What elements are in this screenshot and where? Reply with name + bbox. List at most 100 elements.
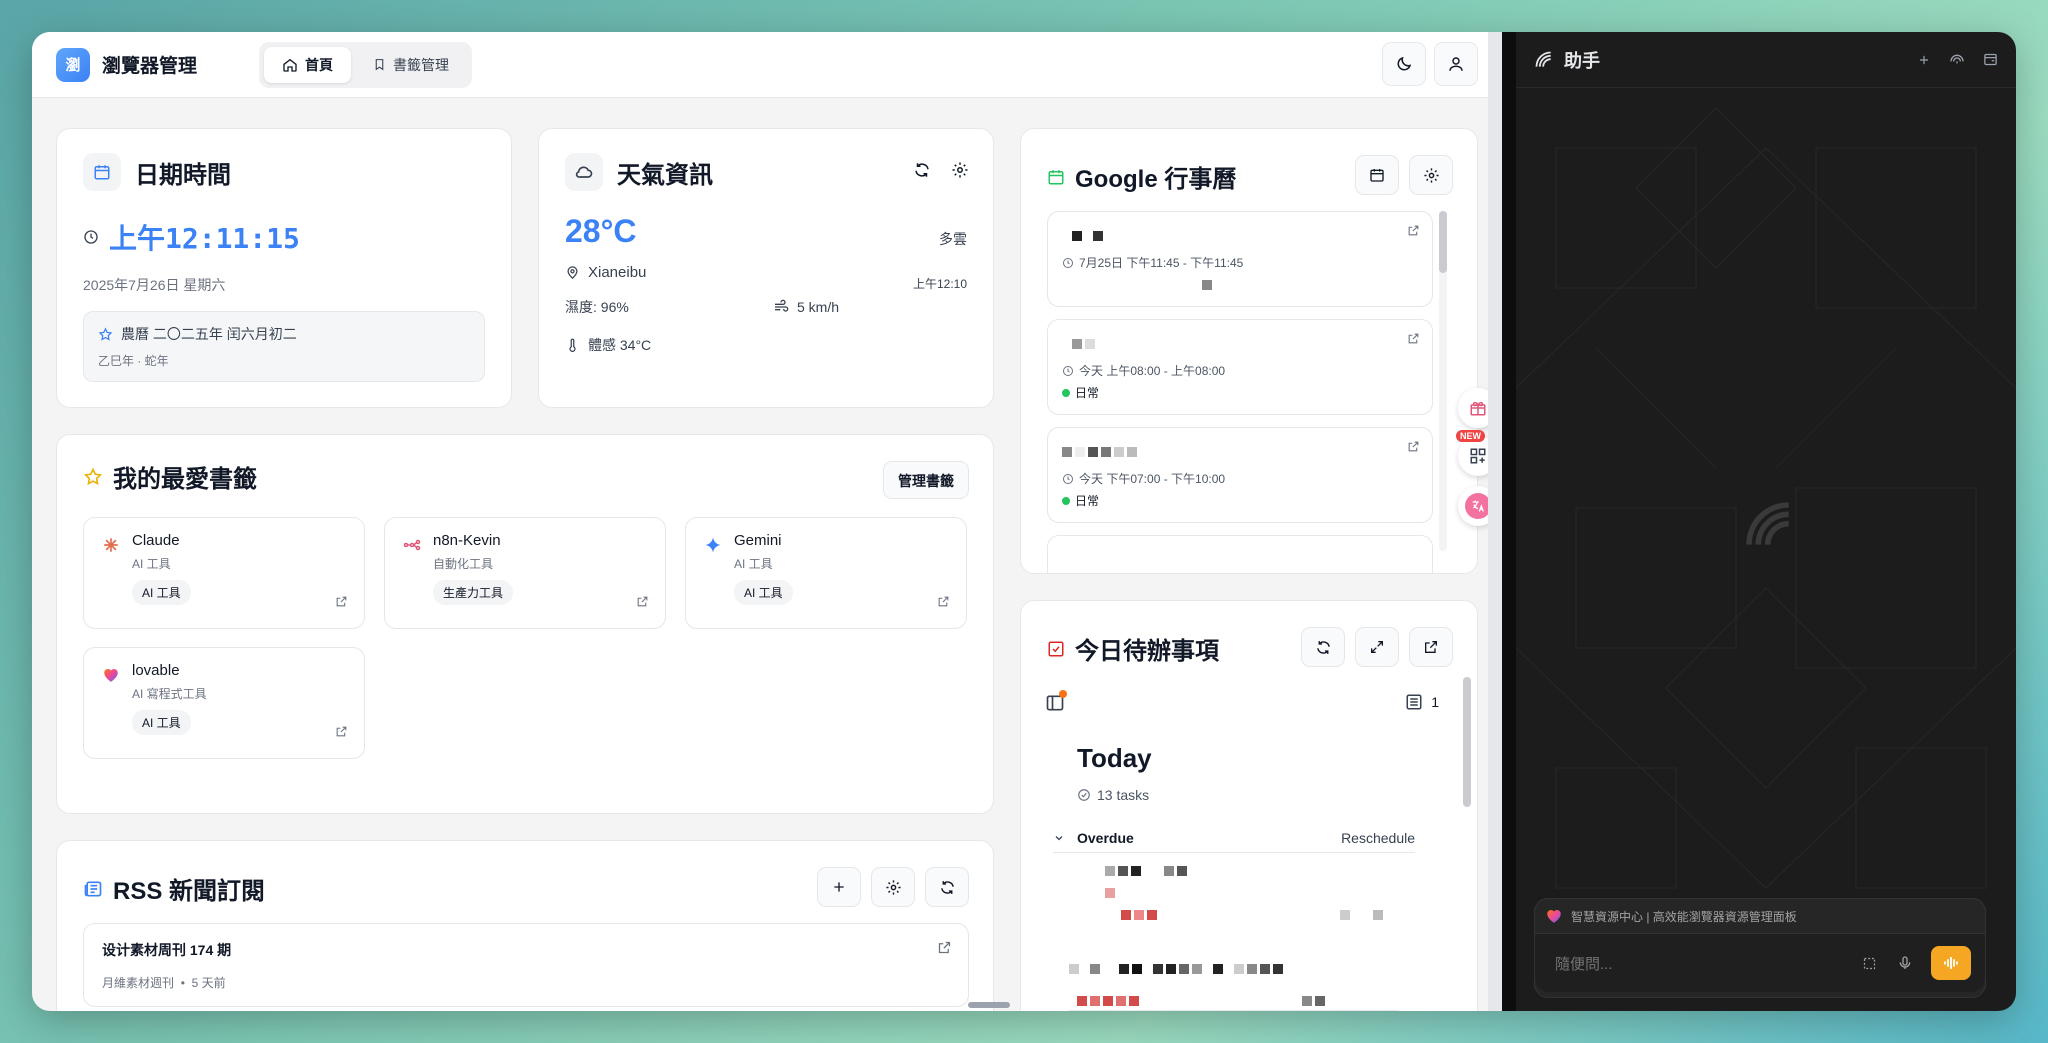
rss-item-source: 月維素材週刊 xyxy=(102,976,175,990)
screenshot-icon[interactable] xyxy=(1862,956,1877,971)
reschedule-button[interactable]: Reschedule xyxy=(1341,830,1415,846)
todo-title: 今日待辦事項 xyxy=(1075,638,1219,665)
weather-temp: 28°C xyxy=(565,213,637,249)
todo-card: 今日待辦事項 1 Today 13 tasks Overdue Reschedu… xyxy=(1020,600,1478,1011)
calendar-icon xyxy=(1370,169,1384,182)
bookmark-claude[interactable]: Claude AI 工具 AI 工具 xyxy=(83,517,365,629)
external-link-icon[interactable] xyxy=(335,595,348,608)
claude-icon xyxy=(104,538,118,552)
calendar-title: Google 行事曆 xyxy=(1075,166,1237,193)
weather-card: 天氣資訊 28°C 多雲 Xianeibu 上午12:10 濕度: 96% 5 … xyxy=(538,128,994,408)
tab-bookmarks[interactable]: 書籤管理 xyxy=(355,47,467,83)
todo-open-button[interactable] xyxy=(1409,627,1453,667)
weather-title: 天氣資訊 xyxy=(617,161,713,189)
assistant-composer: 智慧資源中心 | 高效能瀏覽器資源管理面板 隨便問... xyxy=(1534,898,1986,998)
event-title-redacted xyxy=(1062,444,1418,462)
horizontal-scroll-handle[interactable] xyxy=(968,1002,1010,1008)
rss-settings-button[interactable] xyxy=(871,867,915,907)
manage-bookmarks-button[interactable]: 管理書籤 xyxy=(883,461,969,499)
rss-item-title: 设计素材周刊 174 期 xyxy=(102,942,232,958)
lovable-icon xyxy=(104,669,118,682)
external-link-icon[interactable] xyxy=(335,725,348,738)
moon-icon xyxy=(1397,56,1412,71)
external-link-icon[interactable] xyxy=(1407,224,1420,237)
history-icon[interactable] xyxy=(1949,52,1965,68)
refresh-icon[interactable] xyxy=(913,161,931,179)
bookmark-icon xyxy=(375,59,384,71)
gift-icon xyxy=(1470,401,1486,416)
plus-icon[interactable] xyxy=(1917,53,1931,67)
dark-mode-button[interactable] xyxy=(1382,42,1426,86)
context-info: 智慧資源中心 | 高效能瀏覽器資源管理面板 xyxy=(1571,909,1797,924)
bookmark-name: Claude xyxy=(132,532,180,549)
rss-refresh-button[interactable] xyxy=(925,867,969,907)
todo-item-redacted[interactable] xyxy=(1077,863,1399,920)
gear-icon[interactable] xyxy=(951,161,969,179)
bookmark-tag: 生產力工具 xyxy=(433,580,514,605)
todo-refresh-button[interactable] xyxy=(1301,627,1345,667)
plus-icon xyxy=(834,882,844,892)
rss-title: RSS 新聞訂閱 xyxy=(113,878,266,905)
weather-humidity: 濕度: 96% xyxy=(565,299,629,315)
external-link-icon[interactable] xyxy=(1407,440,1420,453)
list-icon[interactable] xyxy=(1405,693,1423,711)
bookmark-name: lovable xyxy=(132,662,180,679)
notification-dot xyxy=(1059,690,1067,698)
open-calendar-button[interactable] xyxy=(1355,155,1399,195)
bookmark-n8n[interactable]: n8n-Kevin 自動化工具 生產力工具 xyxy=(384,517,666,629)
grid-plus-icon xyxy=(1470,448,1486,464)
tab-home[interactable]: 首頁 xyxy=(264,46,352,83)
datetime-card: 日期時間 上午12:11:15 2025年7月26日 星期六 農曆 二〇二五年 … xyxy=(56,128,512,408)
rss-item-age: 5 天前 xyxy=(191,976,226,990)
divider-scrollbar[interactable] xyxy=(1504,38,1512,528)
bookmark-tag: AI 工具 xyxy=(734,580,793,605)
calendar-event[interactable]: 今天 上午08:00 - 上午08:00 日常 xyxy=(1047,319,1433,415)
calendar-event[interactable] xyxy=(1047,535,1433,573)
chat-input[interactable]: 隨便問... xyxy=(1555,953,1862,974)
external-link-icon[interactable] xyxy=(937,940,952,955)
checkbox-icon xyxy=(1048,641,1064,656)
chevron-down-icon[interactable] xyxy=(1053,832,1065,844)
window-icon[interactable] xyxy=(1983,52,1998,67)
tag-dot xyxy=(1062,496,1070,505)
external-link-icon[interactable] xyxy=(937,595,950,608)
todo-item-redacted[interactable] xyxy=(1069,961,1399,1011)
app-title: 瀏覽器管理 xyxy=(102,56,198,77)
gear-icon xyxy=(1423,167,1439,183)
bookmark-name: Gemini xyxy=(734,532,782,549)
user-button[interactable] xyxy=(1434,42,1478,86)
todo-scrollbar[interactable] xyxy=(1463,677,1471,807)
calendar-event[interactable]: 7月25日 下午11:45 - 下午11:45 xyxy=(1047,211,1433,307)
external-link-icon xyxy=(1425,641,1437,653)
refresh-icon xyxy=(940,880,954,894)
microphone-icon[interactable] xyxy=(1897,955,1913,971)
calendar-scrollbar[interactable] xyxy=(1439,211,1447,551)
bookmark-gemini[interactable]: Gemini AI 工具 AI 工具 xyxy=(685,517,967,629)
todo-expand-button[interactable] xyxy=(1355,627,1399,667)
add-feed-button[interactable] xyxy=(817,867,861,907)
star-icon xyxy=(83,467,103,485)
calendar-event[interactable]: 今天 下午07:00 - 下午10:00 日常 xyxy=(1047,427,1433,523)
nav-tabs: 首頁 書籤管理 xyxy=(259,41,473,88)
voice-button[interactable] xyxy=(1931,946,1971,980)
calendar-icon xyxy=(83,153,121,191)
external-link-icon[interactable] xyxy=(1407,332,1420,345)
lovable-icon xyxy=(1547,910,1561,923)
assistant-title: 助手 xyxy=(1564,50,1600,71)
datetime-title: 日期時間 xyxy=(135,161,231,189)
app-logo: 瀏 xyxy=(56,47,90,82)
expand-icon xyxy=(1371,641,1383,653)
cloud-icon xyxy=(565,153,603,191)
event-tag: 日常 xyxy=(1075,494,1100,508)
calendar-settings-button[interactable] xyxy=(1409,155,1453,195)
rss-item[interactable]: 设计素材周刊 174 期 月維素材週刊 • 5 天前 xyxy=(83,923,969,1007)
calendar-icon xyxy=(1048,169,1064,184)
bookmark-lovable[interactable]: lovable AI 寫程式工具 AI 工具 xyxy=(83,647,365,759)
external-link-icon[interactable] xyxy=(636,595,649,608)
location-pin-icon xyxy=(567,266,578,279)
new-badge: NEW xyxy=(1456,430,1485,442)
event-title-redacted xyxy=(1072,336,1418,354)
rss-card: RSS 新聞訂閱 设计素材周刊 174 期 月維素材週刊 • 5 天前 xyxy=(56,840,994,1011)
main-scrollbar[interactable] xyxy=(1488,32,1502,1011)
event-tag: 日常 xyxy=(1075,386,1100,400)
